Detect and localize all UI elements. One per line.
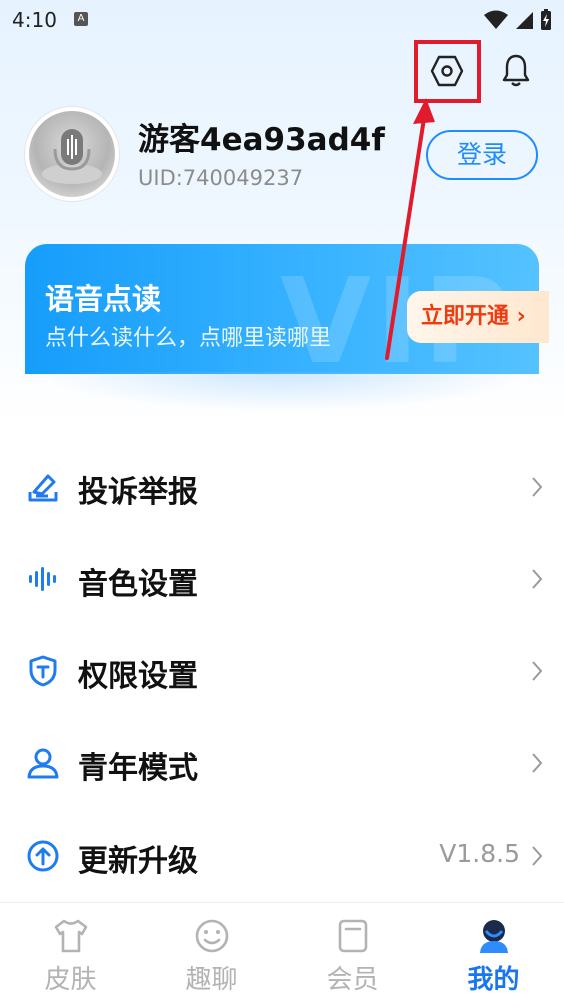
chevron-right-icon	[532, 569, 543, 589]
chevron-right-icon	[532, 661, 543, 681]
chevron-right-icon	[532, 846, 543, 866]
tab-label: 皮肤	[44, 965, 97, 995]
menu-item-label: 青年模式	[78, 751, 198, 786]
tab-member[interactable]: 会员	[282, 903, 423, 1004]
chevron-right-icon	[532, 477, 543, 497]
report-icon	[28, 474, 58, 502]
bottom-tab-bar: 皮肤 趣聊 会员 我的	[0, 902, 564, 1004]
upload-arrow-icon	[27, 840, 59, 872]
tab-label: 我的	[467, 965, 520, 995]
shield-icon	[29, 655, 57, 687]
member-card-icon	[338, 919, 368, 953]
menu-item-label: 更新升级	[78, 844, 198, 879]
menu-item-permissions[interactable]: 权限设置	[0, 636, 564, 706]
shirt-icon	[54, 919, 88, 953]
menu-item-report[interactable]: 投诉举报	[0, 452, 564, 522]
menu-item-voice[interactable]: 音色设置	[0, 544, 564, 614]
tab-mine[interactable]: 我的	[423, 903, 564, 1004]
person-icon	[27, 748, 59, 779]
menu-item-youth-mode[interactable]: 青年模式	[0, 728, 564, 798]
tab-chat[interactable]: 趣聊	[141, 903, 282, 1004]
tab-skin[interactable]: 皮肤	[0, 903, 141, 1004]
menu-item-update[interactable]: 更新升级 V1.8.5	[0, 821, 564, 891]
tab-label: 会员	[326, 965, 379, 995]
menu-item-label: 音色设置	[78, 567, 198, 602]
menu-item-label: 投诉举报	[78, 475, 198, 510]
app-version: V1.8.5	[439, 839, 520, 868]
voice-wave-icon	[29, 567, 56, 591]
menu-item-label: 权限设置	[78, 659, 198, 694]
chevron-right-icon	[532, 753, 543, 773]
profile-icon	[480, 920, 508, 953]
tab-label: 趣聊	[185, 965, 238, 995]
smile-icon	[195, 919, 229, 953]
